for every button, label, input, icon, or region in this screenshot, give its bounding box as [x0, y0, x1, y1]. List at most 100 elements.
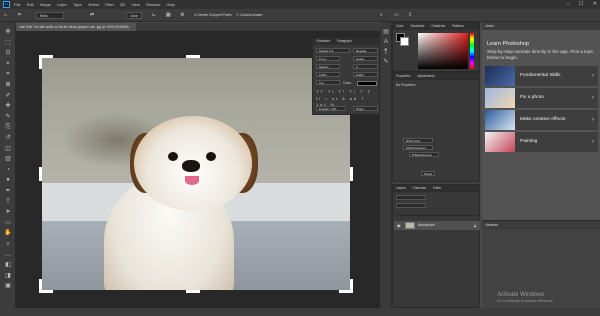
clear-button[interactable]: Clear — [126, 12, 143, 19]
menu-view[interactable]: View — [131, 2, 140, 7]
crop-handle-br-v[interactable] — [350, 279, 353, 293]
gradient-icon[interactable]: ▥ — [4, 155, 12, 163]
bit-depth-field[interactable]: 8 Bits/Channel — [403, 145, 433, 150]
dodge-icon[interactable]: ● — [4, 176, 12, 184]
move-icon[interactable]: ✥ — [4, 28, 12, 36]
menu-window[interactable]: Window — [146, 2, 160, 7]
crop-handle-tl-v[interactable] — [39, 55, 42, 69]
straighten-icon[interactable]: ⊾ — [152, 12, 156, 19]
brush-panel-icon[interactable]: ✎ — [382, 58, 390, 66]
menu-type[interactable]: Type — [73, 2, 82, 7]
layer-filter-select[interactable] — [396, 195, 426, 200]
close-icon[interactable]: ✕ — [593, 1, 597, 7]
tab-properties[interactable]: Properties — [396, 74, 411, 78]
history-panel-icon[interactable]: ▤ — [382, 28, 390, 36]
blur-icon[interactable]: ◔ — [4, 166, 12, 174]
more-icon[interactable]: … — [4, 251, 12, 259]
anti-alias-field[interactable]: Sharp — [353, 106, 378, 111]
dog-photo[interactable] — [42, 58, 350, 290]
tab-swatches[interactable]: Swatches — [411, 24, 425, 28]
crop-tool-icon[interactable]: ⌗ — [18, 12, 21, 19]
crop-handle-bottom[interactable] — [186, 290, 200, 293]
type-icon[interactable]: T — [4, 198, 12, 206]
home-icon[interactable]: ⌂ — [4, 12, 7, 19]
settings-icon[interactable]: ⚙ — [180, 12, 184, 19]
menu-help[interactable]: Help — [166, 2, 174, 7]
tab-paragraph[interactable]: Paragraph — [337, 39, 352, 43]
learn-card-fix-a-photo[interactable]: Fix a photo › — [485, 88, 598, 108]
mask-icon[interactable]: ◨ — [4, 272, 12, 280]
learn-card-painting[interactable]: Painting › — [485, 132, 598, 152]
crop-handle-bl-v[interactable] — [39, 279, 42, 293]
crop-handle-top[interactable] — [186, 55, 200, 58]
font-family-field[interactable]: Myriad Pro — [316, 48, 350, 53]
visibility-eye-icon[interactable]: ◉ — [397, 221, 401, 230]
horizontal-scale-field[interactable]: 100% — [353, 72, 378, 77]
pixels-select[interactable]: Pixels — [421, 171, 435, 176]
crop-handle-right[interactable] — [350, 167, 353, 181]
learn-card-creative-effects[interactable]: Make creative effects › — [485, 110, 598, 130]
pen-icon[interactable]: ✒ — [4, 187, 12, 195]
background-swatch[interactable] — [400, 37, 409, 46]
font-size-field[interactable]: 12 pt — [316, 56, 340, 61]
share-icon[interactable]: ⇪ — [408, 12, 412, 19]
brush-icon[interactable]: ✎ — [4, 113, 12, 121]
para-panel-icon[interactable]: ¶ — [382, 48, 390, 56]
hand-icon[interactable]: ✋ — [4, 229, 12, 237]
tab-character[interactable]: Character — [316, 39, 330, 43]
tab-layers[interactable]: Layers — [396, 186, 406, 190]
layer-name[interactable]: Background — [418, 221, 435, 230]
marquee-icon[interactable]: ⬚ — [4, 39, 12, 47]
blend-mode-select[interactable] — [396, 203, 426, 208]
kerning-field[interactable]: Metrics — [316, 64, 340, 69]
bit-depth-select[interactable]: 8 Bits/Channel — [409, 152, 439, 157]
baseline-field[interactable]: 0 pt — [316, 80, 340, 85]
crop-handle-left[interactable] — [39, 167, 42, 181]
menu-select[interactable]: Select — [88, 2, 99, 7]
delete-cropped-checkbox[interactable]: ☑ Delete Cropped Pixels — [194, 12, 232, 19]
tab-paths[interactable]: Paths — [433, 186, 441, 190]
swap-icon[interactable]: ⇄ — [90, 12, 94, 19]
text-color-swatch[interactable] — [357, 81, 377, 86]
eraser-icon[interactable]: ◫ — [4, 145, 12, 153]
tab-gradients[interactable]: Gradients — [431, 24, 445, 28]
maximize-icon[interactable]: ☐ — [579, 1, 583, 7]
color-field[interactable] — [418, 33, 468, 69]
hue-slider[interactable] — [470, 33, 474, 69]
tab-patterns[interactable]: Patterns — [452, 24, 464, 28]
color-mode-field[interactable]: RGB Color — [403, 138, 433, 143]
learn-card-fundamental-skills[interactable]: Fundamental Skills › — [485, 66, 598, 86]
search-icon[interactable]: ⌕ — [380, 12, 383, 19]
healing-icon[interactable]: ✚ — [4, 102, 12, 110]
tab-channels[interactable]: Channels — [412, 186, 425, 190]
libraries-panel-header[interactable]: Libraries — [482, 221, 600, 229]
menu-edit[interactable]: Edit — [27, 2, 34, 7]
tracking-field[interactable]: 0 — [353, 64, 378, 69]
vertical-scale-field[interactable]: 100% — [316, 72, 340, 77]
learn-panel-header[interactable]: Learn — [482, 22, 600, 30]
clone-stamp-icon[interactable]: ⎘ — [4, 123, 12, 131]
frame-icon[interactable]: ⊠ — [4, 81, 12, 89]
canvas-area[interactable]: Character Paragraph Myriad Pro Regular 1… — [16, 31, 380, 308]
language-field[interactable]: English: USA — [316, 106, 346, 111]
quick-select-icon[interactable]: ⌖ — [4, 60, 12, 68]
menu-file[interactable]: File — [14, 2, 20, 7]
menu-3d[interactable]: 3D — [120, 2, 125, 7]
rectangle-icon[interactable]: ▭ — [4, 219, 12, 227]
content-aware-checkbox[interactable]: ☐ Content-Aware — [236, 12, 263, 19]
text-style-buttons[interactable]: TT Tt T¹ T₁ T T — [316, 89, 372, 95]
menu-image[interactable]: Image — [40, 2, 51, 7]
menu-layer[interactable]: Layer — [57, 2, 67, 7]
grid-overlay-icon[interactable]: ▦ — [166, 12, 171, 19]
ratio-select[interactable]: Ratio — [36, 12, 64, 19]
screen-mode-icon[interactable]: ▣ — [4, 282, 12, 290]
eyedropper-icon[interactable]: ✐ — [4, 92, 12, 100]
tab-color[interactable]: Color — [396, 24, 404, 28]
lasso-icon[interactable]: ʘ — [4, 49, 12, 57]
history-brush-icon[interactable]: ↺ — [4, 134, 12, 142]
menu-filter[interactable]: Filter — [105, 2, 114, 7]
document-tab[interactable]: cute Shih Tzu with smile on his fur chic… — [16, 23, 136, 31]
tab-adjustments[interactable]: Adjustments — [417, 74, 435, 78]
font-style-field[interactable]: Regular — [353, 48, 378, 53]
crop-icon[interactable]: ⌗ — [4, 70, 12, 78]
